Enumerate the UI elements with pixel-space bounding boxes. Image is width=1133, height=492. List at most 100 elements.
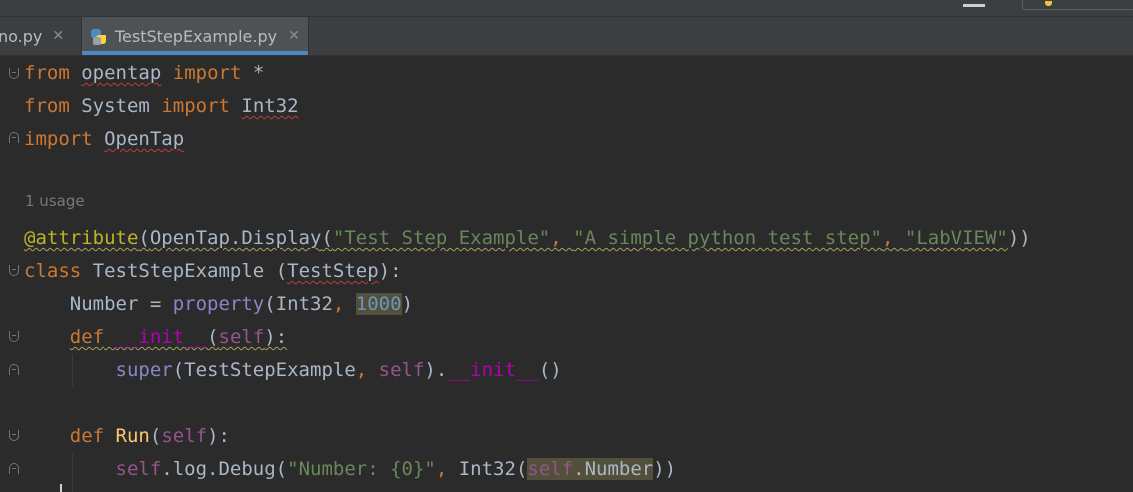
punctuation: ,	[332, 293, 356, 315]
string-literal: "Test Step Example"	[332, 227, 551, 249]
punctuation: ))	[1007, 227, 1031, 249]
fold-end-icon[interactable]	[9, 364, 19, 375]
tab-no-py[interactable]: no.py ✕	[0, 17, 70, 55]
dunder-method: __init__	[447, 359, 539, 381]
punctuation: )	[401, 293, 414, 315]
python-icon	[1045, 1, 1052, 6]
punctuation: (	[172, 359, 185, 381]
class-name: TestStepExample	[184, 359, 356, 381]
code-line: @attribute(OpenTap.Display("Test Step Ex…	[24, 222, 1031, 255]
number-literal: 1000	[355, 293, 402, 315]
punctuation: (	[264, 293, 276, 315]
tab-label: no.py	[0, 26, 43, 46]
text-caret	[60, 484, 62, 492]
module-name: OpenTap	[104, 128, 185, 150]
punctuation: ):	[264, 326, 288, 348]
tab-label: TestStepExample.py	[115, 26, 278, 46]
self-param: self	[218, 326, 265, 348]
self-ref: self	[527, 458, 574, 480]
fold-open-icon[interactable]	[9, 265, 19, 276]
self-ref: self	[115, 458, 162, 480]
code-line: Number = property(Int32, 1000)	[24, 288, 413, 321]
punctuation: (	[264, 260, 288, 282]
string-literal: "LabVIEW"	[904, 227, 1008, 249]
menu-icon[interactable]	[963, 4, 985, 7]
close-icon[interactable]: ✕	[288, 28, 300, 44]
self-ref: self	[378, 359, 425, 381]
punctuation: (	[138, 227, 150, 249]
attribute-name: Number	[69, 293, 139, 315]
code-line: from opentap import *	[24, 57, 264, 90]
wildcard: *	[241, 62, 265, 84]
keyword: class	[24, 260, 82, 282]
fold-end-icon[interactable]	[9, 463, 19, 474]
code-line: def Run(self):	[24, 420, 230, 453]
keyword: import	[161, 95, 230, 117]
operator: =	[138, 293, 173, 315]
fold-open-icon[interactable]	[9, 68, 19, 79]
top-toolbar-strip	[0, 0, 1133, 17]
decorator: @attribute	[24, 227, 139, 249]
builtin: super	[115, 359, 173, 381]
punctuation: (	[207, 326, 219, 348]
self-param: self	[161, 425, 208, 447]
code-editor[interactable]: from opentap import * from System import…	[0, 56, 1133, 492]
punctuation: (	[321, 227, 333, 249]
keyword: import	[172, 62, 242, 84]
code-line: def __init__(self):	[24, 321, 287, 354]
type-name: Int32	[275, 293, 333, 315]
punctuation: ,	[435, 458, 459, 480]
punctuation: ))	[653, 458, 677, 480]
usage-hint[interactable]: 1 usage	[25, 192, 85, 210]
fold-end-icon[interactable]	[9, 132, 19, 143]
type-name: Int32	[458, 458, 516, 480]
keyword: from	[24, 95, 70, 117]
base-class: TestStep	[287, 260, 379, 282]
tab-teststepexample-py[interactable]: TestStepExample.py ✕	[81, 17, 309, 55]
punctuation: (	[149, 425, 162, 447]
string-literal: "Number: {0}"	[287, 458, 436, 480]
punctuation: ).	[424, 359, 448, 381]
punctuation: ):	[207, 425, 230, 447]
punctuation: ):	[378, 260, 402, 282]
editor-tab-bar: no.py ✕ TestStepExample.py ✕	[0, 17, 1133, 56]
dunder-method: __init__	[115, 326, 208, 348]
keyword: def	[69, 326, 105, 348]
code-line: self.log.Debug("Number: {0}", Int32(self…	[24, 453, 676, 486]
method-call: .log.Debug(	[161, 458, 288, 480]
call-target: OpenTap.Display	[149, 227, 322, 249]
punctuation: ,	[355, 359, 379, 381]
punctuation: (	[515, 458, 528, 480]
punctuation: ,	[550, 227, 574, 249]
fold-open-icon[interactable]	[9, 430, 19, 441]
string-literal: "A simple python test step"	[573, 227, 882, 249]
close-icon[interactable]: ✕	[52, 28, 64, 44]
module-name: opentap	[81, 62, 162, 84]
code-line: super(TestStepExample, self).__init__()	[24, 354, 562, 387]
run-configuration-selector[interactable]	[1022, 0, 1133, 10]
fold-open-icon[interactable]	[9, 331, 19, 342]
code-line: from System import Int32	[24, 90, 299, 123]
code-line: class TestStepExample (TestStep):	[24, 255, 402, 288]
punctuation: ,	[881, 227, 905, 249]
punctuation: ()	[538, 359, 562, 381]
module-name: System	[81, 95, 150, 117]
keyword: import	[24, 128, 93, 150]
function-name: Run	[115, 425, 150, 447]
class-name: TestStepExample	[92, 260, 265, 282]
builtin: property	[172, 293, 265, 315]
